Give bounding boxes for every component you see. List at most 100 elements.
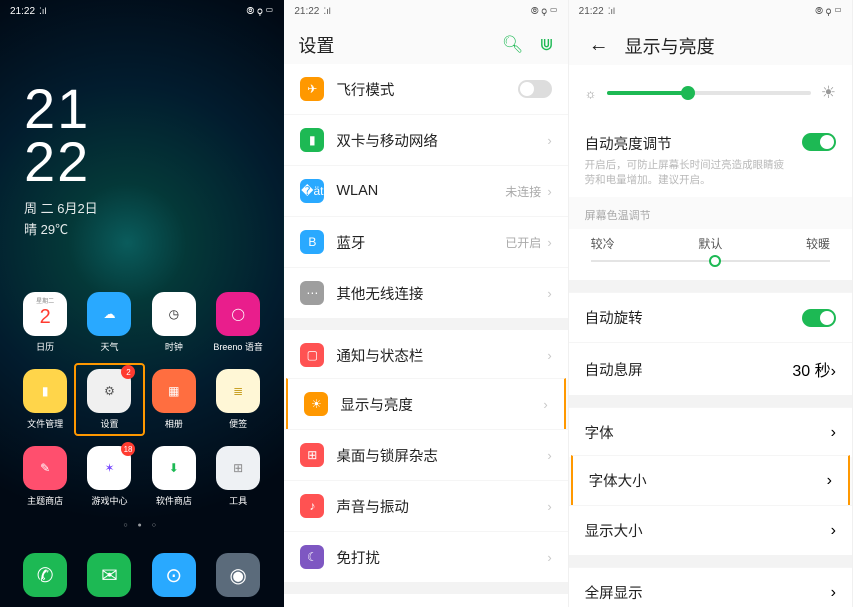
badge: 2 [121, 365, 135, 379]
settings-row-指纹、面部与密码[interactable]: ☌指纹、面部与密码› [284, 594, 567, 607]
auto-rotate-row[interactable]: 自动旋转 [569, 292, 852, 342]
app-icon: ✶18 [87, 446, 131, 490]
row-icon: B [300, 230, 324, 254]
dock-icon: ✉ [87, 553, 131, 597]
chevron-right-icon: › [831, 363, 836, 380]
app-label: 文件管理 [27, 417, 63, 430]
settings-row-桌面与锁屏杂志[interactable]: ⊞桌面与锁屏杂志› [284, 429, 567, 480]
display-size-label: 显示大小 [585, 520, 643, 541]
app-label: 便签 [229, 417, 247, 430]
fullscreen-row[interactable]: 全屏显示 › [569, 567, 852, 607]
brightness-high-icon: ☀ [821, 83, 836, 103]
row-label: 飞行模式 [336, 79, 517, 100]
app-label: 游戏中心 [91, 494, 127, 507]
signal-icon: ⁚ıl [323, 6, 330, 17]
settings-row-蓝牙[interactable]: B蓝牙已开启› [284, 216, 567, 267]
font-size-label: 字体大小 [589, 470, 647, 491]
clock-widget[interactable]: 21 22 周 二 6月2日 晴 29℃ [0, 22, 283, 238]
app-label: 天气 [100, 340, 118, 353]
app-icon: ▦ [152, 369, 196, 413]
dock-app[interactable]: ✉ [80, 553, 138, 597]
font-row[interactable]: 字体 › [569, 407, 852, 457]
settings-row-双卡与移动网络[interactable]: ▮双卡与移动网络› [284, 114, 567, 165]
status-bar: 21:22⁚ıl ⦾ ⚲ ▭ [0, 0, 283, 22]
settings-row-其他无线连接[interactable]: ⋯其他无线连接› [284, 267, 567, 318]
app-天气[interactable]: ☁ 天气 [80, 292, 138, 353]
app-grid: 星期二2日历 ☁ 天气 ◷ 时钟 ◯Breeno 语音 ▮ 文件管理 ⚙2 设置 ▦ 相册 ≣ 便签 ✎主题… [0, 292, 283, 507]
status-bar: 21:22⁚ıl ⦾ ⚲ ▭ [569, 0, 852, 22]
dock-app[interactable]: ✆ [16, 553, 74, 597]
search-icon[interactable]: 🔍︎ [502, 35, 524, 55]
font-label: 字体 [585, 422, 614, 443]
app-时钟[interactable]: ◷ 时钟 [145, 292, 203, 353]
dock-icon: ⊙ [152, 553, 196, 597]
app-软件商店[interactable]: ⬇软件商店 [145, 446, 203, 507]
row-label: 通知与状态栏 [336, 345, 547, 366]
app-文件管理[interactable]: ▮ 文件管理 [16, 369, 74, 430]
chevron-right-icon: › [547, 448, 551, 463]
app-相册[interactable]: ▦ 相册 [145, 369, 203, 430]
app-icon: ▮ [23, 369, 67, 413]
display-settings-screen: 21:22⁚ıl ⦾ ⚲ ▭ ← 显示与亮度 ☼ ☀ 自动亮度调节 开启后，可防… [569, 0, 853, 607]
auto-sleep-row[interactable]: 自动息屏 30 秒› [569, 342, 852, 395]
dock-app[interactable]: ⊙ [145, 553, 203, 597]
auto-rotate-toggle[interactable] [802, 309, 836, 327]
settings-row-WLAN[interactable]: �ätWLAN未连接› [284, 165, 567, 216]
chevron-right-icon: › [831, 522, 836, 540]
signal-icon: ⁚ıl [39, 6, 46, 17]
chevron-right-icon: › [547, 235, 551, 250]
clock-hours: 21 [24, 82, 283, 135]
signal-icon: ⁚ıl [608, 6, 615, 17]
app-icon: ⚙2 [87, 369, 131, 413]
settings-row-飞行模式[interactable]: ✈飞行模式 [284, 64, 567, 114]
page-title: 设置 [298, 32, 334, 58]
chevron-right-icon: › [547, 133, 551, 148]
temp-default-label: 默认 [698, 235, 722, 252]
app-便签[interactable]: ≣ 便签 [209, 369, 267, 430]
app-label: 相册 [165, 417, 183, 430]
auto-brightness-toggle[interactable] [802, 133, 836, 151]
row-icon: ☾ [300, 545, 324, 569]
app-主题商店[interactable]: ✎主题商店 [16, 446, 74, 507]
temp-warm-label: 较暖 [806, 235, 830, 252]
app-label: 设置 [100, 417, 118, 430]
badge: 18 [121, 442, 136, 456]
display-size-row[interactable]: 显示大小 › [569, 505, 852, 555]
app-icon: ◷ [152, 292, 196, 336]
app-游戏中心[interactable]: ✶18 游戏中心 [80, 446, 138, 507]
fullscreen-label: 全屏显示 [585, 582, 643, 603]
weather-text: 晴 29℃ [24, 219, 283, 238]
app-icon: ✎ [23, 446, 67, 490]
app-icon: ☁ [87, 292, 131, 336]
auto-brightness-row[interactable]: 自动亮度调节 开启后，可防止屏幕长时间过亮造成眼睛疲劳和电量增加。建议开启。 [569, 121, 852, 197]
page-indicator: ○ ● ○ [0, 522, 283, 529]
app-icon: ⊞ [216, 446, 260, 490]
color-temp-slider[interactable] [591, 260, 830, 262]
row-label: 双卡与移动网络 [336, 130, 547, 151]
app-工具[interactable]: ⊞工具 [209, 446, 267, 507]
app-label: 时钟 [165, 340, 183, 353]
color-temp-labels: 较冷 默认 较暖 [569, 229, 852, 256]
back-button[interactable]: ← [583, 32, 615, 59]
row-icon: ♪ [300, 494, 324, 518]
chevron-right-icon: › [543, 397, 547, 412]
font-size-row[interactable]: 字体大小 › [571, 455, 850, 507]
brightness-low-icon: ☼ [585, 86, 597, 101]
settings-row-声音与振动[interactable]: ♪声音与振动› [284, 480, 567, 531]
app-日历[interactable]: 星期二2日历 [16, 292, 74, 353]
row-icon: ▢ [300, 343, 324, 367]
app-icon: ≣ [216, 369, 260, 413]
app-Breeno 语音[interactable]: ◯Breeno 语音 [209, 292, 267, 353]
row-toggle[interactable] [518, 80, 552, 98]
settings-row-免打扰[interactable]: ☾免打扰› [284, 531, 567, 582]
row-label: 其他无线连接 [336, 283, 547, 304]
status-bar: 21:22⁚ıl ⦾ ⚲ ▭ [284, 0, 567, 22]
brightness-slider[interactable] [607, 91, 811, 95]
status-time: 21:22 [294, 6, 319, 17]
chevron-right-icon: › [831, 424, 836, 442]
settings-row-通知与状态栏[interactable]: ▢通知与状态栏› [284, 330, 567, 380]
app-设置[interactable]: ⚙2 设置 [80, 369, 138, 430]
dock-app[interactable]: ◉ [209, 553, 267, 597]
settings-row-显示与亮度[interactable]: ☀显示与亮度› [286, 378, 565, 431]
voice-icon[interactable]: ⋓ [539, 35, 553, 55]
